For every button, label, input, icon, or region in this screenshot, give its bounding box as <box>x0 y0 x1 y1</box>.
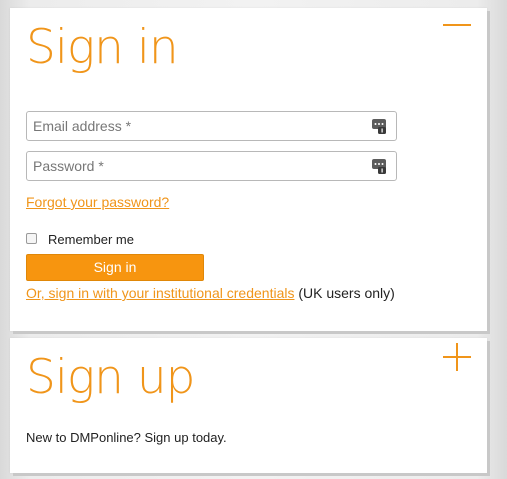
key-icon <box>372 119 386 134</box>
signin-panel: Sign in Forgot your password? Remember m… <box>10 8 487 331</box>
password-input[interactable] <box>27 152 396 180</box>
signup-panel: Sign up New to DMPonline? Sign up today. <box>10 338 487 473</box>
password-field[interactable] <box>26 151 397 181</box>
signup-title: Sign up <box>26 350 195 405</box>
institutional-signin-row: Or, sign in with your institutional cred… <box>26 285 395 301</box>
institutional-note: (UK users only) <box>298 285 395 301</box>
signin-title: Sign in <box>26 20 179 75</box>
remember-me-label: Remember me <box>48 232 134 247</box>
remember-me-checkbox[interactable] <box>26 233 37 244</box>
collapse-minus-icon[interactable] <box>443 11 471 39</box>
signup-text: New to DMPonline? Sign up today. <box>26 430 227 445</box>
email-field[interactable] <box>26 111 397 141</box>
institutional-signin-link[interactable]: Or, sign in with your institutional cred… <box>26 285 294 301</box>
signin-button[interactable]: Sign in <box>26 254 204 281</box>
forgot-password-link[interactable]: Forgot your password? <box>26 194 169 210</box>
expand-plus-icon[interactable] <box>443 343 471 371</box>
email-input[interactable] <box>27 112 396 140</box>
key-icon <box>372 159 386 174</box>
